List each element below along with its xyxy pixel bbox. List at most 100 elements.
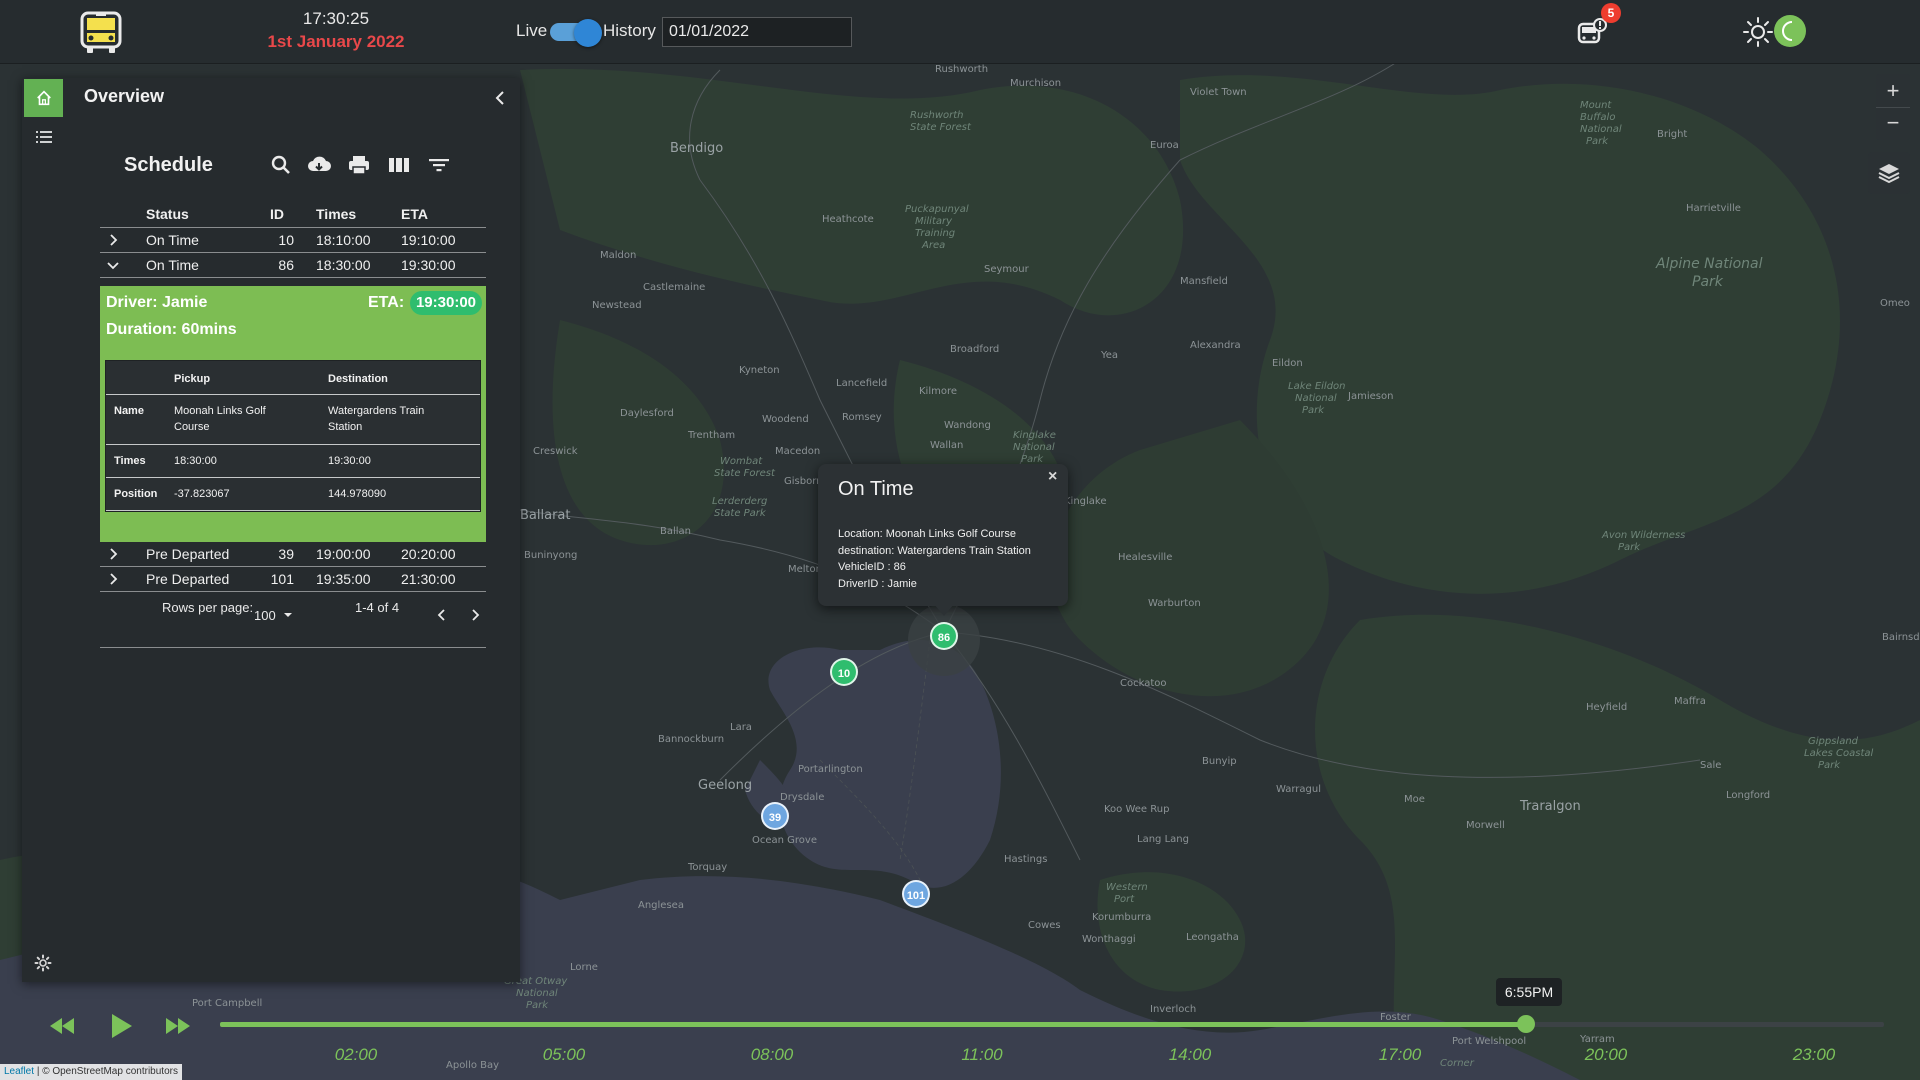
row-times: 19:35:00 bbox=[316, 571, 371, 587]
live-history-toggle[interactable] bbox=[550, 19, 602, 47]
drawer-header: Overview bbox=[22, 78, 520, 117]
view-columns-icon[interactable] bbox=[386, 152, 412, 178]
timeline-tick-label: 11:00 bbox=[961, 1045, 1003, 1064]
svg-text:Puckapunyal: Puckapunyal bbox=[905, 204, 969, 215]
svg-text:Buffalo: Buffalo bbox=[1580, 112, 1615, 123]
svg-text:Park: Park bbox=[1302, 405, 1325, 416]
search-icon[interactable] bbox=[268, 152, 294, 178]
bus-alert-icon[interactable] bbox=[1573, 16, 1609, 48]
pickup-header: Pickup bbox=[174, 373, 211, 385]
settings-gear-icon[interactable] bbox=[34, 954, 52, 972]
svg-text:Romsey: Romsey bbox=[842, 412, 882, 423]
table-row[interactable]: Pre Departed 39 19:00:00 20:20:00 bbox=[100, 542, 486, 567]
rows-per-page-select[interactable]: 100 bbox=[254, 608, 293, 623]
timeline-tick-label: 20:00 bbox=[1584, 1045, 1628, 1064]
svg-text:Alpine National: Alpine National bbox=[1655, 256, 1763, 272]
svg-text:Apollo Bay: Apollo Bay bbox=[446, 1060, 499, 1071]
row-eta: 19:30:00 bbox=[401, 257, 456, 273]
col-times[interactable]: Times bbox=[316, 206, 356, 222]
previous-page-icon[interactable] bbox=[435, 608, 449, 622]
next-page-icon[interactable] bbox=[468, 608, 482, 622]
top-bar: 17:30:25 1st January 2022 Live History 5 bbox=[0, 0, 1920, 64]
svg-text:Bright: Bright bbox=[1657, 129, 1687, 140]
svg-text:Lancefield: Lancefield bbox=[836, 378, 887, 389]
svg-text:Kyneton: Kyneton bbox=[739, 365, 780, 376]
svg-text:Yea: Yea bbox=[1100, 350, 1118, 361]
zoom-out-button[interactable]: − bbox=[1876, 107, 1910, 137]
table-row[interactable]: On Time 86 18:30:00 19:30:00 bbox=[100, 253, 486, 278]
svg-text:Ballarat: Ballarat bbox=[520, 508, 570, 523]
zoom-in-button[interactable]: + bbox=[1876, 76, 1910, 106]
drawer-title: Overview bbox=[84, 86, 165, 106]
rewind-icon[interactable] bbox=[46, 1010, 78, 1042]
table-row[interactable]: Pre Departed 101 19:35:00 21:30:00 bbox=[100, 567, 486, 592]
vehicle-marker[interactable]: 10 bbox=[830, 658, 858, 686]
svg-text:Bairnsdale: Bairnsdale bbox=[1882, 632, 1920, 643]
print-icon[interactable] bbox=[346, 152, 372, 178]
vehicle-marker[interactable]: 86 bbox=[930, 622, 958, 650]
timeline-slider[interactable] bbox=[220, 1015, 1884, 1033]
svg-text:Ballan: Ballan bbox=[660, 526, 691, 537]
history-date-input[interactable] bbox=[662, 17, 852, 47]
cloud-download-icon[interactable] bbox=[306, 152, 332, 178]
theme-toggle[interactable] bbox=[1774, 15, 1806, 47]
filter-icon[interactable] bbox=[426, 152, 452, 178]
svg-text:Heyfield: Heyfield bbox=[1586, 702, 1627, 713]
svg-text:Lorne: Lorne bbox=[570, 962, 598, 973]
col-eta[interactable]: ETA bbox=[401, 206, 428, 222]
row-status: On Time bbox=[146, 232, 199, 248]
svg-text:Warburton: Warburton bbox=[1148, 598, 1201, 609]
row-times: 19:00:00 bbox=[316, 546, 371, 562]
svg-text:Euroa: Euroa bbox=[1150, 140, 1179, 151]
trip-detail-panel: Driver: Jamie Duration: 60mins ETA: 19:3… bbox=[100, 286, 486, 542]
vehicle-marker[interactable]: 39 bbox=[761, 802, 789, 830]
table-row[interactable]: On Time 10 18:10:00 19:10:00 bbox=[100, 228, 486, 253]
svg-text:Park: Park bbox=[1618, 542, 1641, 553]
svg-text:Seymour: Seymour bbox=[984, 264, 1030, 275]
chevron-right-icon[interactable] bbox=[106, 233, 120, 247]
play-icon[interactable] bbox=[106, 1010, 136, 1042]
row-eta: 21:30:00 bbox=[401, 571, 456, 587]
col-status[interactable]: Status bbox=[146, 206, 189, 222]
fast-forward-icon[interactable] bbox=[162, 1010, 194, 1042]
chevron-down-icon[interactable] bbox=[106, 258, 120, 272]
leaflet-link[interactable]: Leaflet bbox=[4, 1066, 34, 1077]
bus-logo-icon[interactable] bbox=[78, 9, 124, 55]
home-button[interactable] bbox=[24, 79, 63, 117]
svg-text:Leongatha: Leongatha bbox=[1186, 932, 1239, 943]
chevron-right-icon[interactable] bbox=[106, 547, 120, 561]
vehicle-marker[interactable]: 101 bbox=[902, 880, 930, 908]
svg-text:Wonthaggi: Wonthaggi bbox=[1082, 934, 1136, 945]
trip-detail-table: Pickup Destination Name Moonah Links Gol… bbox=[105, 360, 481, 512]
svg-text:Port Campbell: Port Campbell bbox=[192, 998, 262, 1009]
svg-text:Mansfield: Mansfield bbox=[1180, 276, 1228, 287]
list-icon[interactable] bbox=[36, 130, 52, 144]
svg-text:Gippsland: Gippsland bbox=[1808, 736, 1859, 747]
svg-text:Korumburra: Korumburra bbox=[1092, 912, 1151, 923]
svg-text:Rushworth: Rushworth bbox=[935, 64, 988, 75]
svg-text:Moe: Moe bbox=[1404, 794, 1425, 805]
chevron-right-icon[interactable] bbox=[106, 572, 120, 586]
svg-text:Longford: Longford bbox=[1726, 790, 1770, 801]
chevron-left-icon[interactable] bbox=[490, 88, 510, 108]
popup-location: Location: Moonah Links Golf Course bbox=[838, 528, 1016, 540]
popup-close-button[interactable]: × bbox=[1048, 468, 1057, 486]
col-id[interactable]: ID bbox=[270, 206, 284, 222]
timeline-tick-label: 23:00 bbox=[1792, 1045, 1836, 1064]
svg-text:Inverloch: Inverloch bbox=[1150, 1004, 1196, 1015]
sun-icon[interactable] bbox=[1742, 16, 1774, 48]
clock-time: 17:30:25 bbox=[302, 9, 370, 28]
toggle-thumb[interactable] bbox=[574, 19, 602, 47]
svg-text:Maldon: Maldon bbox=[600, 250, 636, 261]
svg-text:Lakes Coastal: Lakes Coastal bbox=[1804, 748, 1874, 759]
svg-text:Omeo: Omeo bbox=[1880, 298, 1910, 309]
svg-text:Violet Town: Violet Town bbox=[1190, 87, 1247, 98]
svg-text:Maffra: Maffra bbox=[1674, 696, 1706, 707]
layers-button[interactable] bbox=[1868, 152, 1910, 194]
zoom-control: + − bbox=[1876, 74, 1910, 140]
svg-text:Mount: Mount bbox=[1580, 100, 1612, 111]
history-label: History bbox=[603, 21, 656, 40]
position-label: Position bbox=[114, 488, 158, 500]
moon-icon bbox=[1782, 21, 1793, 41]
svg-text:Buninyong: Buninyong bbox=[524, 550, 577, 561]
